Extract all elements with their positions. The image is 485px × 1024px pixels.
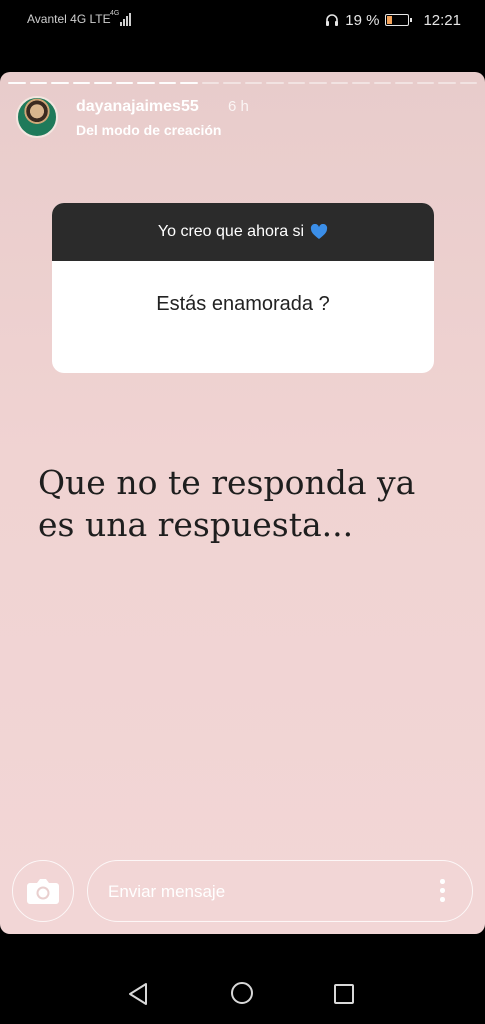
question-sticker: Yo creo que ahora si Estás enamorada ?	[52, 203, 434, 373]
more-vertical-icon[interactable]	[440, 879, 446, 903]
battery-icon	[385, 14, 413, 26]
progress-segment	[459, 82, 477, 84]
progress-segment	[395, 82, 413, 84]
progress-segment	[201, 82, 219, 84]
story-username[interactable]: dayanajaimes55	[76, 98, 199, 116]
signal-icon: 4G	[110, 10, 134, 26]
send-message-input[interactable]: Enviar mensaje	[87, 860, 473, 922]
recents-icon[interactable]	[334, 984, 354, 1004]
status-bar: Avantel 4G LTE 4G 19 % 12:21	[0, 0, 485, 40]
progress-segment	[330, 82, 348, 84]
avatar[interactable]	[16, 96, 58, 138]
headphones-icon	[325, 13, 339, 27]
story-progress-bar	[8, 82, 477, 85]
clock: 12:21	[423, 11, 461, 29]
send-message-placeholder: Enviar mensaje	[108, 882, 226, 901]
question-sticker-header: Yo creo que ahora si	[52, 203, 434, 261]
progress-segment	[287, 82, 305, 84]
question-sticker-header-text: Yo creo que ahora si	[157, 223, 305, 240]
progress-segment	[29, 82, 47, 84]
progress-segment	[266, 82, 284, 84]
back-icon[interactable]	[127, 982, 149, 1006]
blue-heart-icon	[310, 224, 328, 240]
progress-segment	[94, 82, 112, 84]
progress-segment	[158, 82, 176, 84]
home-icon[interactable]	[231, 982, 253, 1004]
progress-segment	[72, 82, 90, 84]
progress-segment	[438, 82, 456, 84]
progress-segment	[51, 82, 69, 84]
progress-segment	[416, 82, 434, 84]
progress-segment	[8, 82, 26, 84]
progress-segment	[115, 82, 133, 84]
carrier-label: Avantel 4G LTE	[27, 12, 111, 26]
camera-button[interactable]	[12, 860, 74, 922]
story-text: Que no te responda ya es una respuesta..…	[38, 462, 468, 546]
progress-segment	[373, 82, 391, 84]
progress-segment	[244, 82, 262, 84]
status-right: 19 % 12:21	[325, 10, 461, 30]
camera-icon	[27, 879, 59, 904]
question-text: Estás enamorada ?	[156, 292, 330, 315]
progress-segment	[223, 82, 241, 84]
progress-segment	[137, 82, 155, 84]
story-text-line: es una respuesta...	[38, 505, 354, 544]
story-time-ago: 6 h	[228, 98, 249, 115]
progress-segment	[180, 82, 198, 84]
question-sticker-body: Estás enamorada ?	[52, 261, 434, 373]
battery-fill	[387, 16, 392, 24]
progress-segment	[352, 82, 370, 84]
navigation-bar	[0, 955, 485, 1024]
story-subtitle[interactable]: Del modo de creación	[76, 122, 221, 138]
progress-segment	[309, 82, 327, 84]
story-card[interactable]: dayanajaimes55 6 h Del modo de creación …	[0, 72, 485, 934]
battery-percent: 19 %	[345, 11, 380, 29]
story-text-line: Que no te responda ya	[38, 463, 416, 502]
network-badge: 4G	[110, 10, 120, 17]
